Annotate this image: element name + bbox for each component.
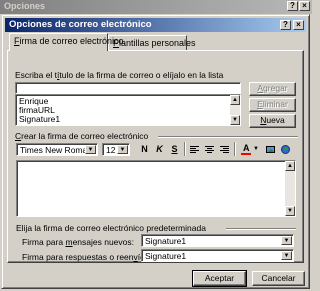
underline-button[interactable]: S <box>168 143 181 156</box>
cancel-button[interactable]: Cancelar <box>252 271 305 286</box>
signature-title-label: Escriba el título de la firma de correo … <box>15 70 224 80</box>
section-divider <box>226 228 296 230</box>
align-left-button[interactable] <box>188 143 201 156</box>
align-center-icon <box>203 143 216 156</box>
insert-picture-button[interactable] <box>264 143 277 156</box>
tab-email-signature[interactable]: Firma de correo electrónico <box>9 33 124 51</box>
default-signature-label: Elija la firma de correo electrónico pre… <box>16 223 206 233</box>
add-button[interactable]: Agregar <box>249 82 296 96</box>
align-right-button[interactable] <box>218 143 231 156</box>
email-options-dialog: Opciones de correo electrónico ? × Firma… <box>1 14 310 289</box>
signature-name-input[interactable] <box>15 82 241 94</box>
bold-button[interactable]: N <box>138 143 151 156</box>
signature-list[interactable]: Enrique firmaURL Signature1 ▲ ▼ <box>15 94 241 126</box>
align-left-icon <box>188 143 201 156</box>
chevron-down-icon[interactable]: ▼ <box>85 145 96 154</box>
signature-list-scrollbar[interactable]: ▲ ▼ <box>230 95 240 125</box>
section-divider <box>158 136 298 138</box>
replies-label: Firma para respuestas o reenvíos: <box>22 252 151 262</box>
list-item[interactable]: Signature1 <box>19 114 60 124</box>
scroll-down-icon[interactable]: ▼ <box>285 206 295 216</box>
insert-hyperlink-button[interactable] <box>279 143 292 156</box>
chevron-down-icon[interactable]: ▼ <box>281 236 292 245</box>
scroll-up-icon[interactable]: ▲ <box>285 161 295 171</box>
new-messages-label: Firma para mensajes nuevos: <box>22 237 134 247</box>
help-icon[interactable]: ? <box>280 20 291 30</box>
align-right-icon <box>218 143 231 156</box>
delete-button[interactable]: Eliminar <box>249 98 296 112</box>
signature-editor[interactable]: ▲ ▼ <box>16 160 296 217</box>
create-signature-label: Crear la firma de correo electrónico <box>15 131 149 141</box>
scroll-up-icon[interactable]: ▲ <box>230 95 240 105</box>
font-size-select[interactable]: 12 ▼ <box>102 143 130 156</box>
dialog-title-controls: ? × <box>280 20 304 30</box>
dialog-title: Opciones de correo electrónico <box>9 19 152 30</box>
font-color-dropdown-icon[interactable]: ▼ <box>253 146 259 152</box>
close-icon[interactable]: × <box>293 20 304 30</box>
scroll-down-icon[interactable]: ▼ <box>230 115 240 125</box>
chevron-down-icon[interactable]: ▼ <box>117 145 128 154</box>
font-name-select[interactable]: Times New Roman ▼ <box>16 143 98 156</box>
globe-link-icon <box>281 145 290 154</box>
new-button[interactable]: Nueva <box>249 114 296 128</box>
font-color-button[interactable]: A <box>240 143 252 156</box>
signature-editor-scrollbar[interactable]: ▲ ▼ <box>285 161 295 216</box>
toolbar-separator <box>234 142 236 156</box>
align-center-button[interactable] <box>203 143 216 156</box>
chevron-down-icon[interactable]: ▼ <box>281 251 292 260</box>
background-window-controls: ? × <box>287 1 310 11</box>
ok-button[interactable]: Aceptar <box>192 270 247 287</box>
picture-icon <box>266 146 275 153</box>
dialog-titlebar: Opciones de correo electrónico <box>5 18 306 32</box>
background-window-titlebar: Opciones <box>0 0 312 14</box>
toolbar-separator <box>184 142 186 156</box>
italic-button[interactable]: K <box>153 143 166 156</box>
bg-close-icon[interactable]: × <box>299 1 310 11</box>
background-window-title: Opciones <box>4 1 46 11</box>
replies-signature-select[interactable]: Signature1 ▼ <box>141 249 294 262</box>
new-messages-signature-select[interactable]: Signature1 ▼ <box>141 234 294 247</box>
bg-help-icon[interactable]: ? <box>287 1 298 11</box>
font-color-bar <box>241 153 251 155</box>
